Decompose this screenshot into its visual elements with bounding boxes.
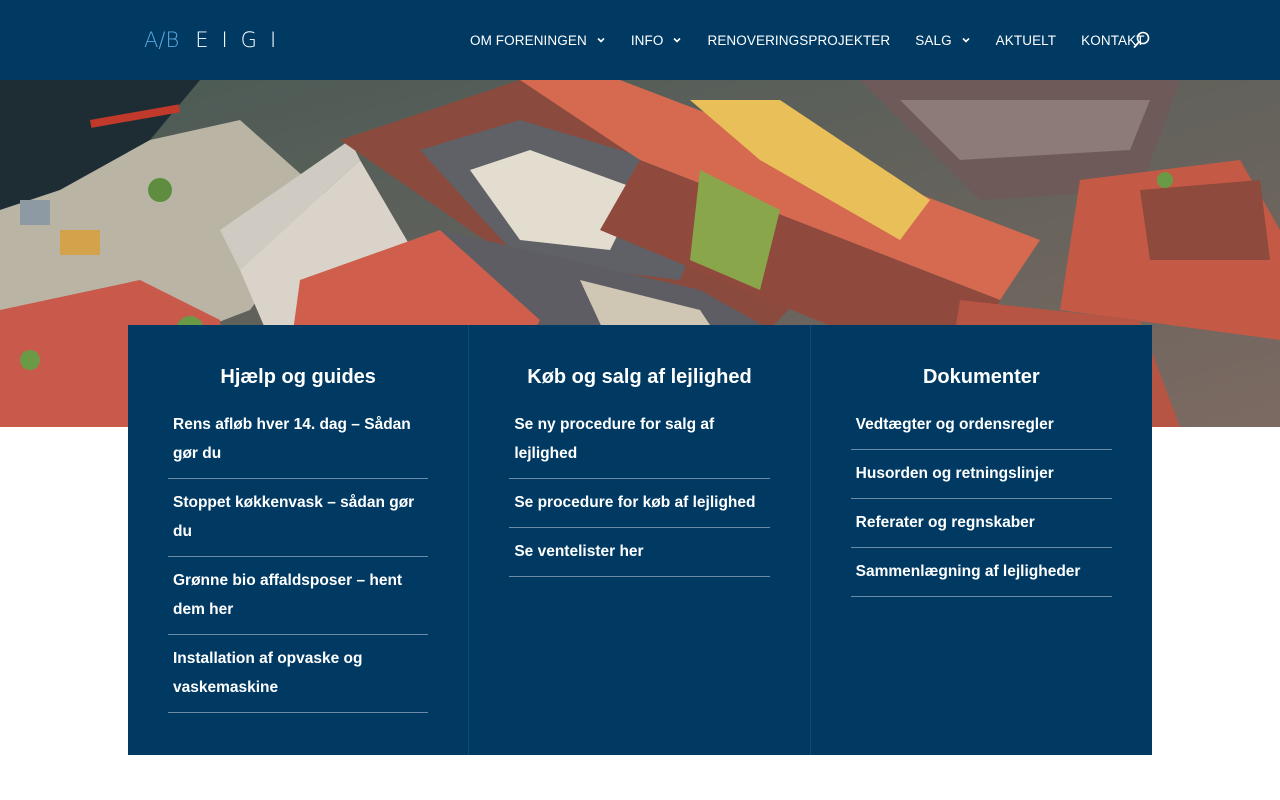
- quick-links-panel: Hjælp og guides Rens afløb hver 14. dag …: [128, 325, 1152, 755]
- link-referater[interactable]: Referater og regnskaber: [850, 499, 1112, 548]
- link-installation-opvaske[interactable]: Installation af opvaske og vaskemaskine: [168, 635, 429, 713]
- column-dokumenter: Dokumenter Vedtægter og ordensregler Hus…: [811, 325, 1152, 755]
- chevron-down-icon: [596, 35, 606, 45]
- nav-item-info[interactable]: INFO: [631, 33, 683, 48]
- nav-item-label: OM FORENINGEN: [470, 32, 587, 48]
- link-sammenlaegning[interactable]: Sammenlægning af lejligheder: [850, 548, 1112, 597]
- chevron-down-icon: [961, 35, 971, 45]
- site-header: A/B EIGI OM FORENINGEN INFO RENOVERINGSP…: [0, 0, 1280, 80]
- site-logo[interactable]: A/B EIGI: [144, 28, 289, 52]
- nav-item-label: SALG: [915, 32, 952, 48]
- link-stoppet-kokkenvask[interactable]: Stoppet køkkenvask – sådan gør du: [168, 479, 429, 557]
- column-kob-salg: Køb og salg af lejlighed Se ny procedure…: [469, 325, 811, 755]
- column-title: Hjælp og guides: [220, 366, 376, 388]
- column-title: Dokumenter: [922, 366, 1040, 388]
- nav-item-label: RENOVERINGSPROJEKTER: [707, 32, 891, 48]
- search-icon[interactable]: [1132, 30, 1152, 50]
- chevron-down-icon: [672, 35, 682, 45]
- nav-item-salg[interactable]: SALG: [915, 33, 970, 48]
- link-vedtaegter[interactable]: Vedtægter og ordensregler: [850, 405, 1112, 450]
- nav-item-om-foreningen[interactable]: OM FORENINGEN: [470, 33, 606, 48]
- nav-item-renoveringsprojekter[interactable]: RENOVERINGSPROJEKTER: [707, 33, 890, 48]
- logo-ab-text: A/B: [144, 28, 180, 52]
- link-husorden[interactable]: Husorden og retningslinjer: [850, 450, 1112, 499]
- column-help-guides: Hjælp og guides Rens afløb hver 14. dag …: [128, 325, 470, 755]
- nav-item-aktuelt[interactable]: AKTUELT: [996, 33, 1056, 48]
- link-ventelister[interactable]: Se ventelister her: [509, 528, 770, 577]
- link-rens-aflob[interactable]: Rens afløb hver 14. dag – Sådan gør du: [168, 405, 429, 479]
- link-procedure-kob[interactable]: Se procedure for køb af lejlighed: [509, 479, 770, 528]
- nav-item-label: INFO: [630, 32, 664, 48]
- link-bio-affaldsposer[interactable]: Grønne bio affaldsposer – hent dem her: [168, 557, 429, 635]
- main-nav: OM FORENINGEN INFO RENOVERINGSPROJEKTER …: [470, 0, 1145, 80]
- column-title: Køb og salg af lejlighed: [527, 366, 752, 388]
- logo-name-text: EIGI: [195, 28, 290, 52]
- nav-item-label: AKTUELT: [995, 32, 1057, 48]
- link-ny-procedure-salg[interactable]: Se ny procedure for salg af lejlighed: [509, 405, 770, 479]
